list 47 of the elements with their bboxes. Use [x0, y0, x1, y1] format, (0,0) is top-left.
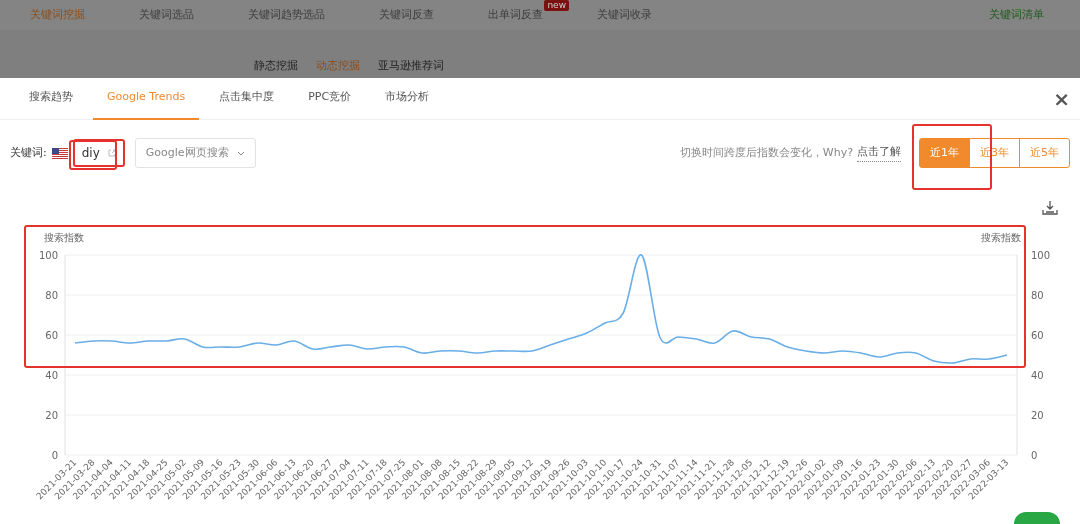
y-axis-label: 40: [45, 370, 58, 381]
chevron-down-icon: [236, 150, 245, 156]
sub-tab[interactable]: 动态挖掘: [316, 58, 360, 75]
y-axis-label: 60: [1031, 330, 1044, 341]
y-axis-label: 0: [51, 450, 58, 461]
nav-tab[interactable]: 关键词收录: [597, 6, 652, 24]
sub-tab[interactable]: 静态挖掘: [254, 58, 298, 75]
list-link[interactable]: 关键词清单: [989, 6, 1044, 24]
hint-text: 切换时间跨度后指数会变化，Why?: [679, 144, 853, 161]
external-link-icon[interactable]: [107, 149, 116, 157]
y-axis-label: 80: [1031, 290, 1044, 301]
annotation-box: [69, 140, 117, 170]
axis-title: 搜索指数: [44, 232, 84, 243]
new-badge: new: [544, 0, 569, 11]
learn-more-link[interactable]: 点击了解: [857, 144, 901, 162]
y-axis-label: 0: [1031, 450, 1038, 461]
keyword-field[interactable]: diy: [72, 139, 125, 167]
modal-tab[interactable]: 市场分析: [371, 77, 444, 120]
nav-tab[interactable]: 出单词反查: [488, 6, 543, 24]
keyword-label: 关键词:: [10, 144, 47, 161]
us-flag-icon: [51, 147, 68, 159]
modal-tab[interactable]: PPC竞价: [294, 77, 366, 120]
range-button[interactable]: 近3年: [969, 138, 1020, 168]
y-axis-label: 20: [45, 410, 58, 421]
y-axis-label: 100: [38, 250, 58, 261]
nav-tab[interactable]: 关键词反查: [379, 6, 434, 24]
axis-title: 搜索指数: [981, 232, 1021, 243]
y-axis-label: 80: [45, 290, 58, 301]
sub-tab[interactable]: 亚马逊推荐词: [378, 58, 444, 75]
select-value: Google网页搜索: [145, 144, 229, 161]
download-icon[interactable]: [1042, 200, 1058, 216]
modal-tab[interactable]: 点击集中度: [205, 77, 289, 120]
keyword-text: diy: [81, 145, 100, 162]
y-axis-label: 40: [1031, 370, 1044, 381]
nav-tab[interactable]: 关键词挖掘: [30, 6, 85, 24]
nav-tab[interactable]: 关键词选品: [139, 6, 194, 24]
nav-tab[interactable]: 关键词趋势选品: [248, 6, 325, 24]
range-button[interactable]: 近1年: [919, 138, 970, 168]
chat-button[interactable]: [1014, 512, 1060, 524]
modal-tab[interactable]: Google Trends: [93, 77, 200, 120]
range-button[interactable]: 近5年: [1019, 138, 1070, 168]
close-button[interactable]: ×: [1053, 83, 1070, 114]
modal-tab[interactable]: 搜索趋势: [15, 77, 87, 120]
y-axis-label: 60: [45, 330, 58, 341]
y-axis-label: 100: [1031, 250, 1051, 261]
y-axis-label: 20: [1031, 410, 1044, 421]
search-type-select[interactable]: Google网页搜索: [134, 138, 256, 168]
